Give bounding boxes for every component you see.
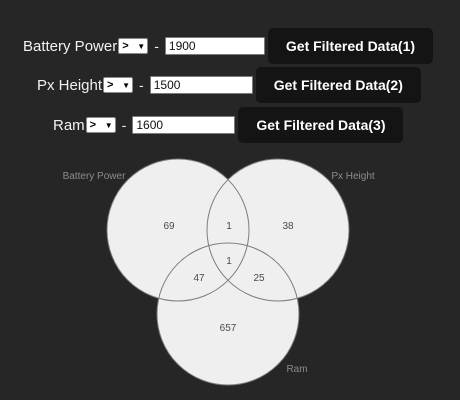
value-input[interactable] (149, 76, 253, 94)
venn-count-all: 1 (226, 256, 232, 267)
operator-value: > (89, 119, 97, 131)
operator-value: > (107, 79, 114, 91)
get-filtered-data-1-button[interactable]: Get Filtered Data(1) (267, 28, 434, 64)
filter-label: Battery Power (23, 37, 118, 55)
filter-label: Px Height (37, 76, 103, 94)
get-filtered-data-3-button[interactable]: Get Filtered Data(3) (238, 107, 404, 143)
operator-select[interactable]: > ▼ (118, 38, 149, 54)
venn-set-label-ram: Ram (286, 364, 307, 375)
separator: - (121, 117, 127, 133)
venn-count-ram-only: 657 (220, 323, 237, 334)
operator-select[interactable]: > ▼ (103, 77, 134, 93)
chevron-down-icon: ▼ (137, 41, 146, 51)
venn-diagram: Battery Power Px Height Ram 69 38 657 1 … (63, 158, 375, 386)
venn-count-battery-ram: 47 (193, 273, 205, 284)
operator-value: > (122, 40, 129, 52)
venn-circles (107, 159, 349, 385)
value-input[interactable] (132, 116, 236, 134)
value-input[interactable] (164, 37, 265, 55)
filter-label: Ram (53, 116, 85, 134)
venn-count-battery-power-only: 69 (163, 221, 175, 232)
get-filtered-data-2-button[interactable]: Get Filtered Data(2) (255, 67, 421, 103)
venn-count-px-ram: 25 (253, 273, 265, 284)
separator: - (139, 77, 144, 93)
venn-count-battery-px: 1 (226, 221, 232, 232)
venn-set-label-px-height: Px Height (331, 171, 375, 182)
filter-row-px-height: Px Height > ▼ - Get Filtered Data(2) (37, 67, 421, 103)
chevron-down-icon: ▼ (104, 120, 113, 130)
chevron-down-icon: ▼ (122, 80, 131, 90)
filter-row-ram: Ram > ▼ - Get Filtered Data(3) (53, 107, 404, 143)
separator: - (154, 38, 159, 54)
filter-row-battery-power: Battery Power > ▼ - Get Filtered Data(1) (23, 28, 434, 64)
operator-select[interactable]: > ▼ (85, 117, 116, 133)
venn-set-label-battery-power: Battery Power (63, 171, 126, 182)
venn-count-px-height-only: 38 (282, 221, 294, 232)
